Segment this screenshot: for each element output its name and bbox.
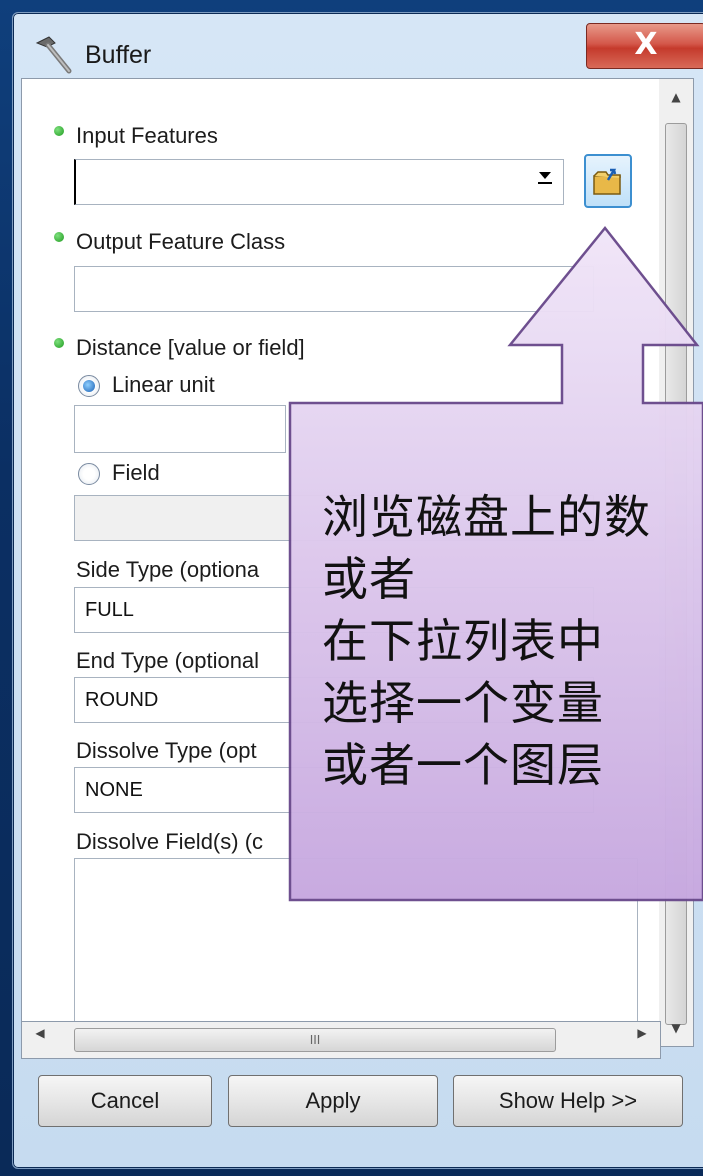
required-indicator [54,338,64,348]
title-bar[interactable]: Buffer X [13,13,703,85]
cancel-button[interactable]: Cancel [38,1075,212,1127]
scroll-down-arrow[interactable]: ▼ [659,1014,693,1042]
output-feature-class-field[interactable] [74,266,594,312]
apply-button[interactable]: Apply [228,1075,438,1127]
required-indicator [54,126,64,136]
scroll-left-arrow[interactable]: ◀ [26,1026,54,1040]
dissolve-type-label: Dissolve Type (opt [76,738,257,763]
linear-unit-radio[interactable] [78,375,100,397]
callout-line-4: 选择一个变量 [322,676,604,730]
linear-unit-value-field[interactable] [74,405,286,453]
input-features-label: Input Features [76,123,218,148]
callout-line-1: 浏览磁盘上的数 [322,490,651,544]
vertical-scroll-thumb[interactable] [665,123,687,1025]
field-radio[interactable] [78,463,100,485]
window-title: Buffer [85,41,152,69]
end-type-label: End Type (optional [76,648,260,673]
show-help-button[interactable]: Show Help >> [453,1075,683,1127]
browse-button[interactable] [584,154,632,208]
horizontal-scroll-thumb[interactable]: III [74,1028,556,1052]
input-features-field[interactable] [74,159,564,205]
linear-unit-label: Linear unit [112,372,215,397]
chevron-down-icon[interactable] [531,164,559,200]
field-label: Field [112,460,160,485]
callout-line-2: 或者 [322,552,416,606]
open-folder-icon [593,168,621,195]
dissolve-fields-list[interactable] [74,858,638,1046]
scroll-up-arrow[interactable]: ▲ [659,83,693,111]
callout-line-3: 在下拉列表中 [322,614,604,668]
callout-line-5: 或者一个图层 [322,738,604,792]
distance-label: Distance [value or field] [76,335,305,360]
hammer-icon [35,36,72,74]
horizontal-scrollbar[interactable]: ◀ III ▶ [21,1021,661,1059]
close-button[interactable]: X [586,23,703,69]
scroll-right-arrow[interactable]: ▶ [628,1026,656,1040]
required-indicator [54,232,64,242]
side-type-label: Side Type (optiona [76,557,260,582]
vertical-scrollbar[interactable]: ▲ ▼ [659,78,694,1047]
output-feature-class-label: Output Feature Class [76,229,286,254]
callout-text: 浏览磁盘上的数 或者 在下拉列表中 选择一个变量 或者一个图层 [322,486,651,796]
dissolve-fields-label: Dissolve Field(s) (c [76,829,264,854]
